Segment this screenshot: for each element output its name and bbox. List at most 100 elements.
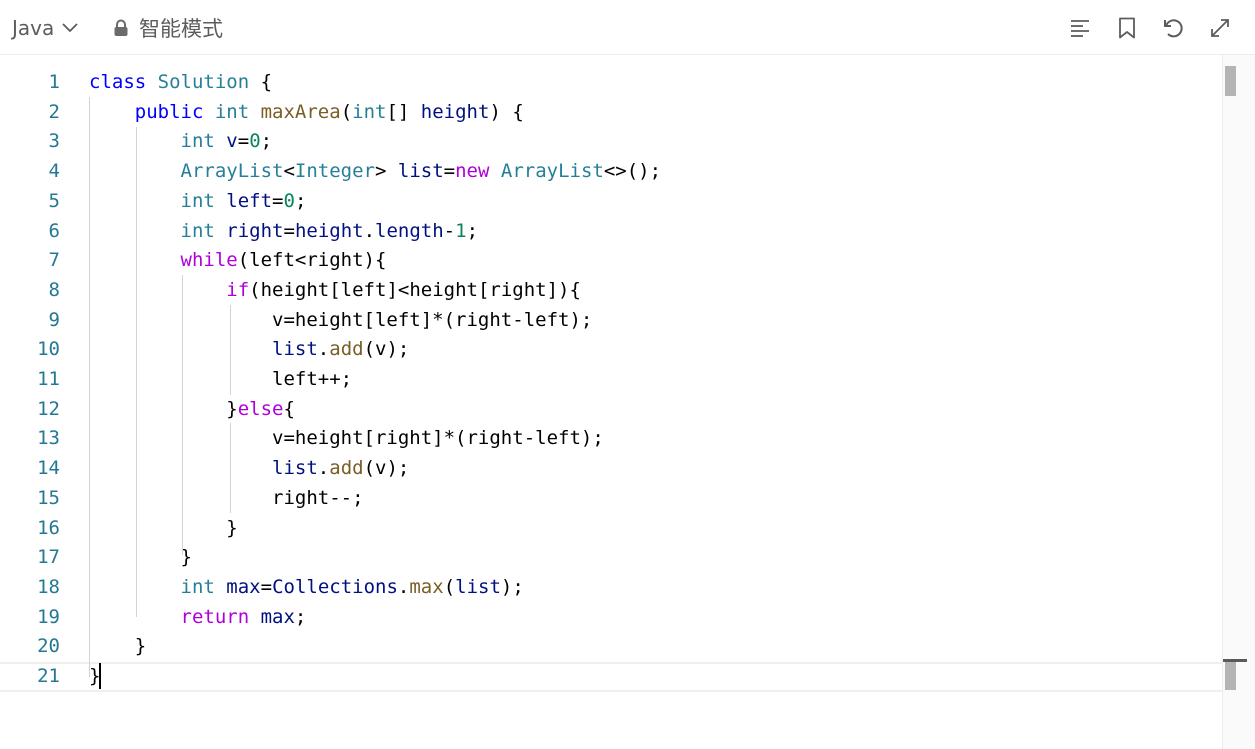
code-token: > [375, 160, 398, 183]
code-text: int max=Collections.max(list); [89, 573, 524, 603]
code-token: int [180, 575, 227, 598]
code-line[interactable]: 19 return max; [0, 603, 1222, 633]
code-token: if [226, 278, 250, 301]
code-line[interactable]: 11 left++; [0, 365, 1222, 395]
line-number: 17 [37, 546, 60, 569]
code-line[interactable]: 20 } [0, 632, 1222, 662]
code-token: max [260, 605, 295, 628]
code-token: } [226, 397, 238, 420]
code-line[interactable]: 17 } [0, 543, 1222, 573]
code-text: public int maxArea(int[] height) { [89, 98, 524, 128]
code-token: = [443, 160, 456, 183]
lock-icon [114, 19, 128, 36]
code-token: . [317, 338, 330, 361]
code-token: add [329, 338, 364, 361]
editor-toolbar: Java 智能模式 [0, 0, 1255, 55]
code-line[interactable]: 8 if(height[left]<height[right]){ [0, 276, 1222, 306]
code-line[interactable]: 13 v=height[right]*(right-left); [0, 424, 1222, 454]
code-token: { [260, 71, 273, 93]
code-text: class Solution { [89, 68, 272, 98]
line-number: 13 [37, 427, 60, 450]
vertical-scrollbar[interactable] [1222, 55, 1255, 749]
chevron-down-icon [62, 23, 78, 33]
code-token: int [180, 219, 227, 242]
code-token: list [397, 160, 444, 183]
code-token: maxArea [260, 100, 341, 123]
mode-indicator[interactable]: 智能模式 [113, 13, 223, 43]
code-token: ArrayList [180, 160, 284, 183]
code-text: int v=0; [89, 127, 273, 157]
code-line[interactable]: 15 right--; [0, 484, 1222, 514]
bookmark-icon[interactable] [1113, 14, 1141, 42]
language-selector[interactable]: Java [12, 13, 78, 43]
line-number: 8 [48, 278, 60, 301]
code-token: { [283, 397, 295, 420]
line-number: 18 [37, 575, 60, 598]
code-line[interactable]: 18 int max=Collections.max(list); [0, 573, 1222, 603]
code-token: else [237, 397, 284, 420]
code-line[interactable]: 1 class Solution { [0, 68, 1222, 98]
code-token: return [180, 605, 261, 628]
code-line[interactable]: 4 ArrayList<Integer> list=new ArrayList<… [0, 157, 1222, 187]
line-number: 6 [48, 219, 60, 242]
code-token: while [180, 249, 238, 272]
line-number: 2 [48, 100, 60, 123]
language-label: Java [12, 16, 55, 40]
scrollbar-thumb[interactable] [1225, 66, 1236, 96]
code-token: 0 [283, 189, 295, 212]
code-token: [] [386, 100, 421, 123]
code-token: (left<right){ [237, 249, 387, 272]
code-token: = [237, 130, 250, 153]
expand-icon[interactable] [1206, 14, 1234, 42]
code-token: . [317, 457, 330, 480]
code-token: < [283, 160, 295, 183]
line-number: 20 [37, 635, 60, 658]
code-line[interactable]: 9 v=height[left]*(right-left); [0, 306, 1222, 336]
code-line[interactable]: 12 }else{ [0, 395, 1222, 425]
code-text: } [89, 543, 192, 573]
code-line[interactable]: 21} [0, 662, 1222, 692]
code-token: height [294, 219, 364, 242]
code-line[interactable]: 5 int left=0; [0, 187, 1222, 217]
code-token: max [226, 575, 261, 598]
code-token: (v); [363, 457, 410, 480]
code-text: v=height[left]*(right-left); [89, 306, 592, 336]
undo-icon[interactable] [1159, 14, 1187, 42]
code-token: ; [260, 130, 273, 153]
line-number: 12 [37, 397, 60, 420]
code-line[interactable]: 10 list.add(v); [0, 335, 1222, 365]
code-line[interactable]: 14 list.add(v); [0, 454, 1222, 484]
code-token: int [352, 100, 387, 123]
code-token: ( [340, 100, 353, 123]
code-line[interactable]: 7 while(left<right){ [0, 246, 1222, 276]
code-editor[interactable]: 21} 20 } 19 return max; 18 int max=Collecti… [0, 55, 1222, 749]
code-line[interactable]: 6 int right=height.length-1; [0, 217, 1222, 247]
line-number: 15 [37, 486, 60, 509]
code-line[interactable]: 16 } [0, 514, 1222, 544]
code-token: Solution [157, 71, 261, 93]
code-token: ; [294, 189, 307, 212]
line-number: 3 [48, 130, 60, 153]
code-token: (v); [363, 338, 410, 361]
code-token: = [272, 189, 284, 212]
code-line[interactable]: 2 public int maxArea(int[] height) { [0, 98, 1222, 128]
line-number: 7 [48, 249, 60, 272]
format-icon[interactable] [1066, 14, 1094, 42]
line-number: 21 [37, 665, 60, 687]
code-line[interactable]: 3 int v=0; [0, 127, 1222, 157]
